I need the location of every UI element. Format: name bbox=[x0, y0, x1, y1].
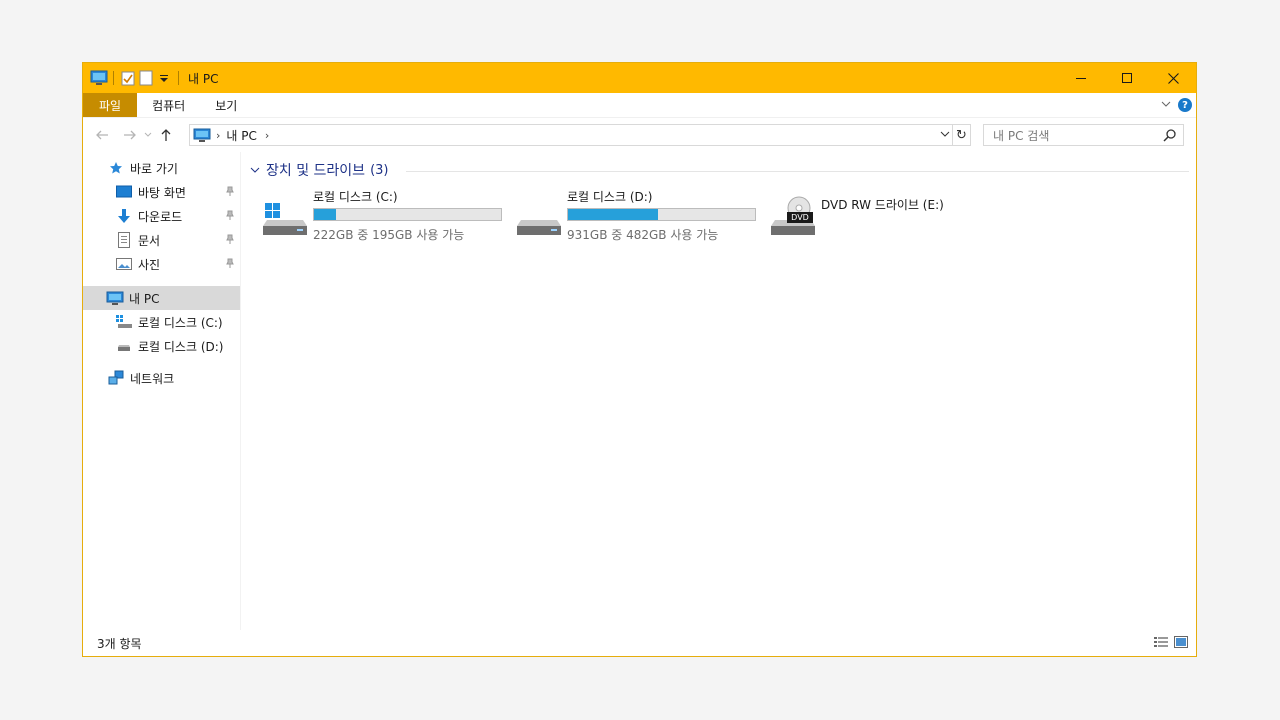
view-switcher bbox=[1154, 636, 1188, 651]
window-title: 내 PC bbox=[188, 71, 219, 86]
sidebar-item-label: 내 PC bbox=[129, 291, 160, 306]
sidebar-item-drive-d[interactable]: 로컬 디스크 (D:) bbox=[115, 334, 239, 358]
sidebar-item-label: 로컬 디스크 (C:) bbox=[138, 315, 223, 330]
sidebar-item-desktop[interactable]: 바탕 화면 bbox=[115, 180, 239, 204]
drive-icon bbox=[115, 337, 133, 355]
item-count: 3개 항목 bbox=[97, 636, 142, 651]
forward-icon[interactable] bbox=[118, 123, 142, 147]
content-pane: 장치 및 드라이브 (3) 로컬 디스크 (C:) 222GB 중 195GB … bbox=[243, 152, 1196, 630]
desktop-icon bbox=[115, 183, 133, 201]
group-count: (3) bbox=[370, 162, 389, 178]
sidebar-item-label: 바로 가기 bbox=[130, 161, 178, 176]
close-button[interactable] bbox=[1150, 63, 1196, 93]
breadcrumb-this-pc[interactable]: 내 PC bbox=[226, 127, 256, 144]
sidebar-item-label: 네트워크 bbox=[130, 371, 175, 386]
minimize-button[interactable] bbox=[1058, 63, 1104, 93]
pin-icon[interactable] bbox=[225, 233, 235, 248]
recent-locations-icon[interactable] bbox=[142, 123, 154, 147]
title-bar: 내 PC bbox=[83, 63, 1196, 93]
up-icon[interactable] bbox=[154, 123, 178, 147]
details-view-icon[interactable] bbox=[1154, 636, 1168, 651]
drive-usage-bar bbox=[313, 208, 502, 221]
pin-icon[interactable] bbox=[225, 209, 235, 224]
dvd-badge: DVD bbox=[791, 213, 809, 222]
drive-name: 로컬 디스크 (D:) bbox=[567, 190, 653, 204]
breadcrumb-chevron-icon[interactable]: › bbox=[216, 129, 220, 142]
sidebar-item-label: 사진 bbox=[138, 257, 161, 272]
search-icon[interactable] bbox=[1163, 128, 1177, 145]
address-dropdown-icon[interactable] bbox=[940, 128, 950, 142]
navigation-pane: 바로 가기 바탕 화면 다운로드 문서 사진 내 PC 로컬 디스크 (C:) … bbox=[83, 152, 241, 630]
sidebar-item-label: 바탕 화면 bbox=[138, 185, 186, 200]
maximize-button[interactable] bbox=[1104, 63, 1150, 93]
star-icon bbox=[107, 159, 125, 177]
this-pc-icon[interactable] bbox=[90, 69, 108, 87]
drive-name: DVD RW 드라이브 (E:) bbox=[821, 198, 944, 212]
drive-size-text: 222GB 중 195GB 사용 가능 bbox=[313, 228, 465, 242]
help-icon[interactable]: ? bbox=[1178, 98, 1192, 112]
drive-usage-fill bbox=[314, 209, 337, 220]
tab-file[interactable]: 파일 bbox=[83, 93, 138, 117]
sidebar-item-this-pc[interactable]: 내 PC bbox=[83, 286, 240, 310]
search-input[interactable]: 내 PC 검색 bbox=[983, 124, 1184, 146]
download-icon bbox=[115, 207, 133, 225]
ribbon-tabs: 파일 컴퓨터 보기 ? bbox=[83, 93, 1196, 117]
tab-view[interactable]: 보기 bbox=[200, 93, 252, 117]
large-icons-view-icon[interactable] bbox=[1174, 636, 1188, 651]
expand-ribbon-icon[interactable] bbox=[1160, 98, 1172, 112]
sidebar-item-quick-access[interactable]: 바로 가기 bbox=[107, 156, 239, 180]
explorer-body: 바로 가기 바탕 화면 다운로드 문서 사진 내 PC 로컬 디스크 (C:) … bbox=[83, 152, 1196, 630]
drive-tile-dvd[interactable]: DVD DVD RW 드라이브 (E:) bbox=[771, 188, 971, 244]
chevron-down-icon[interactable] bbox=[250, 162, 260, 178]
search-placeholder: 내 PC 검색 bbox=[993, 128, 1050, 143]
group-header-devices[interactable]: 장치 및 드라이브 (3) bbox=[250, 160, 388, 180]
navigation-bar: › 내 PC › ↻ 내 PC 검색 bbox=[83, 117, 1196, 151]
drive-tile-c[interactable]: 로컬 디스크 (C:) 222GB 중 195GB 사용 가능 bbox=[263, 188, 508, 244]
sidebar-item-drive-c[interactable]: 로컬 디스크 (C:) bbox=[115, 310, 239, 334]
breadcrumb-chevron-icon[interactable]: › bbox=[265, 129, 269, 142]
drive-icon bbox=[517, 196, 565, 240]
sidebar-item-label: 로컬 디스크 (D:) bbox=[138, 339, 224, 354]
pictures-icon bbox=[115, 255, 133, 273]
sidebar-item-label: 다운로드 bbox=[138, 209, 183, 224]
pin-icon[interactable] bbox=[225, 185, 235, 200]
this-pc-icon bbox=[193, 128, 211, 142]
properties-icon[interactable] bbox=[119, 69, 137, 87]
refresh-icon[interactable]: ↻ bbox=[952, 125, 970, 145]
sidebar-item-documents[interactable]: 문서 bbox=[115, 228, 239, 252]
new-folder-icon[interactable] bbox=[137, 69, 155, 87]
drive-name: 로컬 디스크 (C:) bbox=[313, 190, 398, 204]
sidebar-item-label: 문서 bbox=[138, 233, 161, 248]
status-bar: 3개 항목 bbox=[83, 630, 1196, 656]
toolbar-separator bbox=[113, 71, 114, 85]
document-icon bbox=[115, 231, 133, 249]
group-title: 장치 및 드라이브 bbox=[266, 163, 366, 179]
explorer-window: 내 PC 파일 컴퓨터 보기 ? › 내 PC › ↻ 내 PC 검색 바로 가… bbox=[82, 62, 1197, 657]
sidebar-item-network[interactable]: 네트워크 bbox=[107, 366, 239, 390]
sidebar-item-pictures[interactable]: 사진 bbox=[115, 252, 239, 276]
sidebar-item-downloads[interactable]: 다운로드 bbox=[115, 204, 239, 228]
this-pc-icon bbox=[106, 289, 124, 307]
drive-usage-bar bbox=[567, 208, 756, 221]
back-icon[interactable] bbox=[90, 123, 114, 147]
windows-drive-icon bbox=[263, 196, 311, 240]
dvd-drive-icon: DVD bbox=[771, 196, 819, 240]
quick-access-toolbar: 내 PC bbox=[83, 63, 218, 93]
network-icon bbox=[107, 369, 125, 387]
tab-computer[interactable]: 컴퓨터 bbox=[137, 93, 200, 117]
drive-usage-fill bbox=[568, 209, 658, 220]
customize-toolbar-icon[interactable] bbox=[155, 69, 173, 87]
toolbar-separator bbox=[178, 71, 179, 85]
group-divider bbox=[406, 171, 1189, 172]
address-bar[interactable]: › 내 PC › ↻ bbox=[189, 124, 971, 146]
ribbon-right-controls: ? bbox=[1160, 93, 1192, 117]
pin-icon[interactable] bbox=[225, 257, 235, 272]
drive-size-text: 931GB 중 482GB 사용 가능 bbox=[567, 228, 719, 242]
windows-drive-icon bbox=[115, 313, 133, 331]
drive-tile-d[interactable]: 로컬 디스크 (D:) 931GB 중 482GB 사용 가능 bbox=[517, 188, 762, 244]
window-controls bbox=[1058, 63, 1196, 93]
